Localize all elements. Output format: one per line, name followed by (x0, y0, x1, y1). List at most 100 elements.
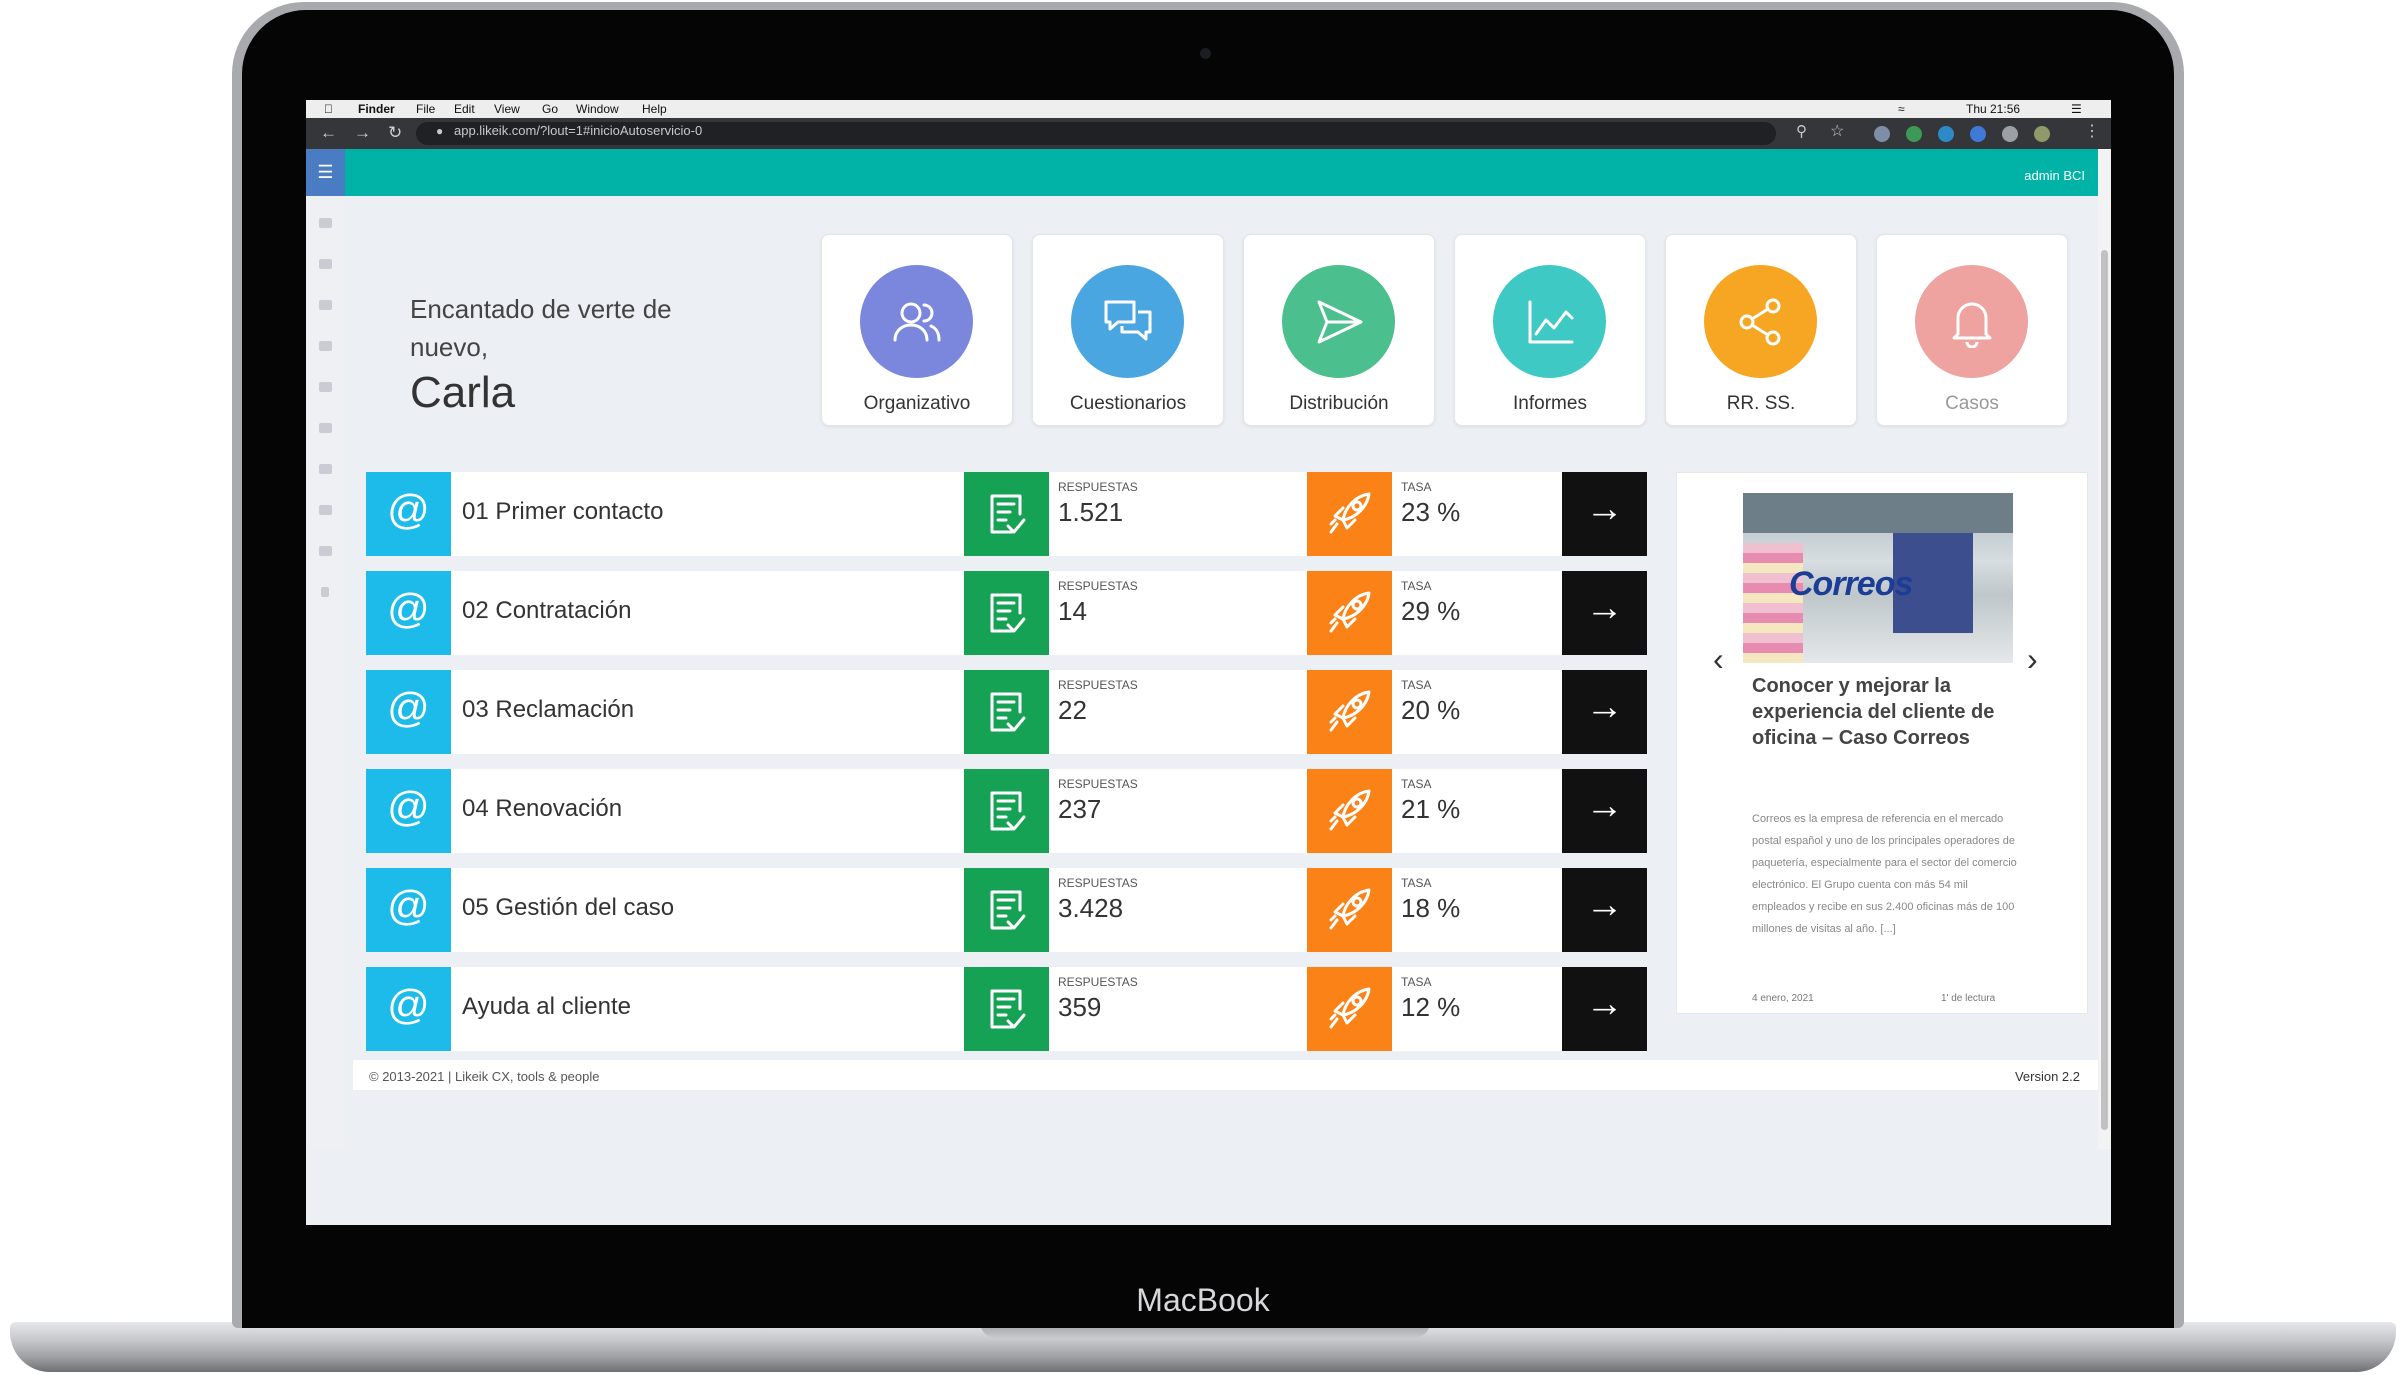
responses-label: RESPUESTAS (1058, 975, 1138, 989)
survey-name-cell[interactable]: 05 Gestión del caso (451, 868, 1049, 952)
menu-edit[interactable]: Edit (454, 102, 475, 116)
home-icon[interactable] (319, 218, 332, 228)
tile-label: Cuestionarios (1069, 393, 1187, 414)
survey-name[interactable]: 04 Renovación (462, 795, 622, 823)
share-icon (1704, 265, 1817, 378)
url-text[interactable]: app.likeik.com/?lout=1#inicioAutoservici… (454, 123, 702, 138)
open-survey-button[interactable]: → (1562, 868, 1647, 952)
forward-icon[interactable]: → (354, 123, 371, 143)
user-menu[interactable]: admin BCI (2024, 168, 2085, 183)
menu-list-icon[interactable]: ☰ (2071, 102, 2082, 116)
survey-row[interactable]: 03 Reclamación @ RESPUESTAS 22 TASA 20 % → (366, 670, 1650, 754)
survey-name-cell[interactable]: 01 Primer contacto (451, 472, 1049, 556)
menu-go[interactable]: Go (542, 102, 558, 116)
rate-label: TASA (1401, 975, 1432, 989)
greeting-text: Encantado de verte de nuevo, (410, 294, 672, 362)
responses-value: 14 (1058, 596, 1087, 626)
user-icon[interactable] (319, 259, 332, 269)
tile-distribucion[interactable]: Distribución (1243, 234, 1435, 426)
rate-cell: TASA 12 % (1392, 967, 1562, 1051)
rate-cell: TASA 29 % (1392, 571, 1562, 655)
tile-casos[interactable]: Casos (1876, 234, 2068, 426)
scrollbar-thumb[interactable] (2101, 250, 2108, 1130)
correos-logo: Correos (1789, 565, 1913, 603)
responses-value: 22 (1058, 695, 1087, 725)
extension-icon[interactable] (1874, 126, 1890, 142)
survey-name-cell[interactable]: 02 Contratación (451, 571, 1049, 655)
profile-avatar[interactable] (2034, 126, 2050, 142)
survey-row[interactable]: 02 Contratación @ RESPUESTAS 14 TASA 29 % → (366, 571, 1650, 655)
device-brand-label: MacBook (1136, 1282, 1270, 1318)
chart-pie-icon[interactable] (319, 382, 332, 392)
responses-value: 1.521 (1058, 497, 1124, 527)
arrow-right-icon: → (1585, 587, 1624, 629)
browser-menu-icon[interactable]: ⋮ (2084, 121, 2100, 141)
tile-rrss[interactable]: RR. SS. (1665, 234, 1857, 426)
reload-icon[interactable]: ↻ (388, 123, 402, 143)
responses-label: RESPUESTAS (1058, 678, 1138, 692)
extension-icon[interactable] (1970, 126, 1986, 142)
tile-label: Casos (1945, 393, 1999, 414)
app-header (306, 149, 2098, 196)
menu-view[interactable]: View (494, 102, 520, 116)
survey-name[interactable]: 03 Reclamación (462, 696, 634, 724)
puzzle-icon[interactable] (2002, 126, 2018, 142)
menubar-clock[interactable]: Thu 21:56 (1966, 102, 2020, 116)
extension-icon[interactable] (1938, 126, 1954, 142)
lock-icon: ● (436, 124, 444, 138)
survey-doc-icon (964, 571, 1049, 655)
tile-label: RR. SS. (1726, 393, 1796, 414)
bell-icon[interactable] (319, 464, 332, 474)
survey-name-cell[interactable]: 04 Renovación (451, 769, 1049, 853)
survey-name[interactable]: 05 Gestión del caso (462, 894, 674, 922)
tile-cuestionarios[interactable]: Cuestionarios (1032, 234, 1224, 426)
rate-cell: TASA 18 % (1392, 868, 1562, 952)
survey-row[interactable]: Ayuda al cliente @ RESPUESTAS 359 TASA 12 % → (366, 967, 1650, 1051)
list-icon[interactable] (319, 300, 332, 310)
carousel-prev-icon[interactable]: ‹ (1713, 641, 1724, 678)
survey-name-cell[interactable]: 03 Reclamación (451, 670, 1049, 754)
back-icon[interactable]: ← (320, 123, 337, 143)
survey-name[interactable]: Ayuda al cliente (462, 993, 631, 1021)
bookmark-star-icon[interactable]: ☆ (1830, 121, 1844, 141)
open-survey-button[interactable]: → (1562, 472, 1647, 556)
tile-informes[interactable]: Informes (1454, 234, 1646, 426)
responses-value: 3.428 (1058, 893, 1124, 923)
menu-help[interactable]: Help (642, 102, 667, 116)
menu-window[interactable]: Window (576, 102, 619, 116)
rate-label: TASA (1401, 480, 1432, 494)
survey-row[interactable]: 01 Primer contacto @ RESPUESTAS 1.521 TASA 23… (366, 472, 1650, 556)
user-icon[interactable] (319, 341, 332, 351)
arrow-right-icon: → (1585, 884, 1624, 926)
responses-label: RESPUESTAS (1058, 876, 1138, 890)
menu-toggle-icon[interactable]: ☰ (306, 149, 345, 196)
at-icon: @ (366, 868, 451, 952)
at-icon: @ (366, 670, 451, 754)
id-card-icon[interactable] (319, 546, 332, 556)
responses-cell: RESPUESTAS 22 (1049, 670, 1307, 754)
menu-finder[interactable]: Finder (358, 102, 395, 116)
chart-line-icon (1493, 265, 1606, 378)
copy-icon[interactable] (319, 505, 332, 515)
responses-cell: RESPUESTAS 359 (1049, 967, 1307, 1051)
wifi-icon[interactable]: ≈ (1898, 102, 1905, 116)
survey-row[interactable]: 04 Renovación @ RESPUESTAS 237 TASA 21 % → (366, 769, 1650, 853)
zoom-search-icon[interactable]: ⚲ (1796, 122, 1807, 140)
globe-icon[interactable] (319, 423, 332, 433)
survey-name-cell[interactable]: Ayuda al cliente (451, 967, 1049, 1051)
extension-icon[interactable] (1906, 126, 1922, 142)
survey-name[interactable]: 02 Contratación (462, 597, 631, 625)
news-title[interactable]: Conocer y mejorar la experiencia del cli… (1752, 673, 2042, 751)
open-survey-button[interactable]: → (1562, 571, 1647, 655)
open-survey-button[interactable]: → (1562, 670, 1647, 754)
tile-organizativo[interactable]: Organizativo (821, 234, 1013, 426)
survey-name[interactable]: 01 Primer contacto (462, 498, 663, 526)
survey-row[interactable]: 05 Gestión del caso @ RESPUESTAS 3.428 TASA 1… (366, 868, 1650, 952)
text-icon[interactable] (321, 587, 329, 597)
news-image[interactable]: Correos (1743, 493, 2013, 663)
apple-icon[interactable]:  (324, 102, 333, 116)
open-survey-button[interactable]: → (1562, 967, 1647, 1051)
arrow-right-icon: → (1585, 983, 1624, 1025)
open-survey-button[interactable]: → (1562, 769, 1647, 853)
menu-file[interactable]: File (416, 102, 435, 116)
